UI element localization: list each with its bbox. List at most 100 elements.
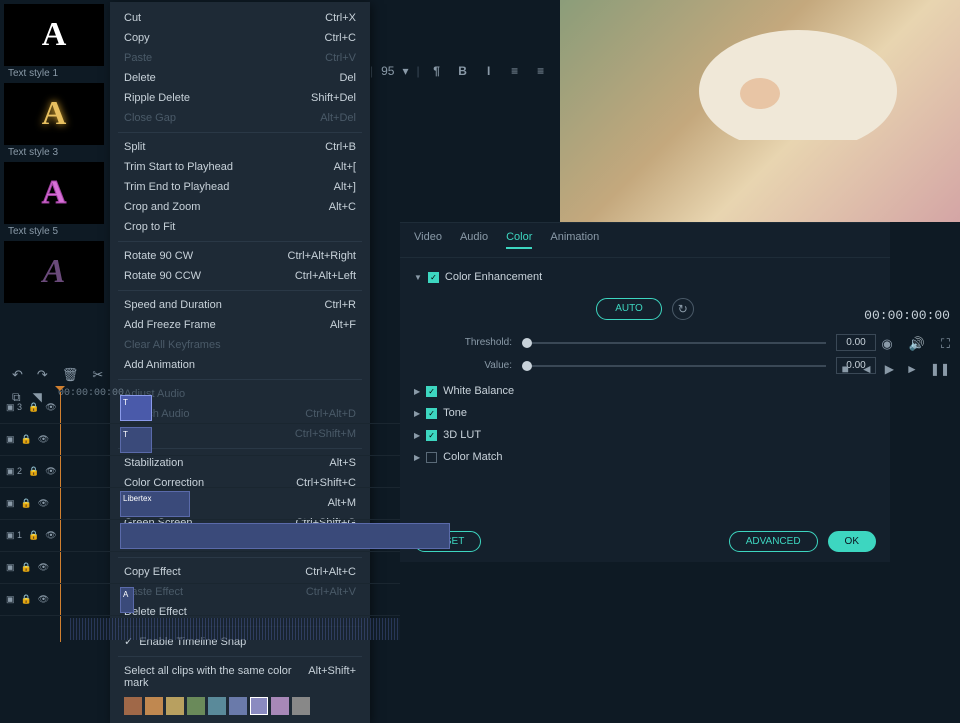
menu-item[interactable]: Trim End to PlayheadAlt+] [110, 177, 370, 197]
prev-icon[interactable]: ◄ [861, 362, 873, 376]
text-style-item[interactable]: AText style 1 [4, 4, 106, 79]
visibility-icon[interactable]: 👁 [38, 594, 49, 605]
cut-icon[interactable]: ✂ [92, 367, 103, 383]
format-button[interactable]: ≡ [532, 62, 550, 80]
tab-audio[interactable]: Audio [460, 231, 488, 249]
format-button[interactable]: ¶ [428, 62, 446, 80]
color-swatch[interactable] [292, 697, 310, 715]
section-checkbox[interactable]: ✓ [428, 272, 439, 283]
track-header[interactable]: ▣ 🔒👁 [0, 594, 58, 605]
color-swatch[interactable] [229, 697, 247, 715]
lock-icon[interactable]: 🔒 [28, 402, 39, 413]
format-button[interactable]: ≡ [506, 62, 524, 80]
track-header[interactable]: ▣ 3🔒👁 [0, 402, 58, 413]
text-style-item[interactable]: AText style 3 [4, 83, 106, 158]
timeline-clip[interactable]: T [120, 395, 152, 421]
color-swatches [110, 693, 370, 717]
ok-button[interactable]: OK [828, 531, 876, 552]
menu-shortcut: Ctrl+Alt+Right [288, 250, 356, 262]
section-header[interactable]: ▼✓Color Enhancement [414, 266, 876, 288]
slider-track[interactable] [522, 342, 826, 344]
color-swatch[interactable] [166, 697, 184, 715]
color-swatch[interactable] [208, 697, 226, 715]
text-style-item[interactable]: AText style 5 [4, 162, 106, 237]
slider-track[interactable] [522, 365, 826, 367]
menu-item[interactable]: Rotate 90 CCWCtrl+Alt+Left [110, 266, 370, 286]
auto-button[interactable]: AUTO [596, 298, 662, 320]
color-swatch[interactable] [145, 697, 163, 715]
color-swatch[interactable] [271, 697, 289, 715]
menu-item[interactable]: DeleteDel [110, 68, 370, 88]
menu-item[interactable]: Add Animation [110, 355, 370, 375]
menu-item[interactable]: Rotate 90 CWCtrl+Alt+Right [110, 246, 370, 266]
menu-item[interactable]: Trim Start to PlayheadAlt+[ [110, 157, 370, 177]
lock-icon[interactable]: 🔒 [28, 530, 39, 541]
reset-icon[interactable]: ↻ [672, 298, 694, 320]
font-size-value[interactable]: 95 [381, 64, 394, 78]
visibility-icon[interactable]: 👁 [38, 434, 49, 445]
visibility-icon[interactable]: 👁 [45, 466, 56, 477]
section-header[interactable]: ▶✓3D LUT [414, 424, 876, 446]
section-checkbox[interactable]: ✓ [426, 386, 437, 397]
text-style-item[interactable]: A [4, 241, 106, 303]
visibility-icon[interactable]: 👁 [45, 530, 56, 541]
track-header[interactable]: ▣ 1🔒👁 [0, 530, 58, 541]
slider-thumb[interactable] [522, 361, 532, 371]
color-swatch[interactable] [250, 697, 268, 715]
menu-item-colormark[interactable]: Select all clips with the same color mar… [110, 661, 370, 693]
redo-icon[interactable]: ↷ [37, 367, 48, 383]
stop-icon[interactable]: ■ [842, 362, 849, 376]
visibility-icon[interactable]: 👁 [38, 498, 49, 509]
track-header[interactable]: ▣ 🔒👁 [0, 498, 58, 509]
menu-item[interactable]: Crop to Fit [110, 217, 370, 237]
section-header[interactable]: ▶✓White Balance [414, 380, 876, 402]
menu-item[interactable]: CopyCtrl+C [110, 28, 370, 48]
style-thumb: A [4, 83, 104, 145]
delete-icon[interactable]: 🗑 [62, 367, 79, 383]
lock-icon[interactable]: 🔒 [28, 466, 39, 477]
section-checkbox[interactable] [426, 452, 437, 463]
format-button[interactable]: B [454, 62, 472, 80]
format-button[interactable]: I [480, 62, 498, 80]
section-checkbox[interactable]: ✓ [426, 408, 437, 419]
timeline-clip[interactable] [120, 523, 450, 549]
tab-video[interactable]: Video [414, 231, 442, 249]
color-swatch[interactable] [124, 697, 142, 715]
slider-thumb[interactable] [522, 338, 532, 348]
visibility-icon[interactable]: 👁 [45, 402, 56, 413]
lock-icon[interactable]: 🔒 [21, 434, 32, 445]
track-header[interactable]: ▣ 2🔒👁 [0, 466, 58, 477]
tab-color[interactable]: Color [506, 231, 532, 249]
menu-item[interactable]: Add Freeze FrameAlt+F [110, 315, 370, 335]
fullscreen-icon[interactable]: ⛶ [941, 336, 950, 352]
visibility-icon[interactable]: 👁 [38, 562, 49, 573]
track-header[interactable]: ▣ 🔒👁 [0, 434, 58, 445]
section-checkbox[interactable]: ✓ [426, 430, 437, 441]
menu-item[interactable]: Ripple DeleteShift+Del [110, 88, 370, 108]
camera-icon[interactable]: ◉ [881, 336, 892, 352]
section-header[interactable]: ▶Color Match [414, 446, 876, 468]
pause-icon[interactable]: ❚❚ [930, 362, 950, 376]
advanced-button[interactable]: ADVANCED [729, 531, 818, 552]
tab-animation[interactable]: Animation [550, 231, 599, 249]
undo-icon[interactable]: ↶ [12, 367, 23, 383]
menu-item[interactable]: CutCtrl+X [110, 8, 370, 28]
play-icon[interactable]: ▶ [885, 362, 894, 376]
menu-item[interactable]: Speed and DurationCtrl+R [110, 295, 370, 315]
dropdown-icon[interactable]: ▾ [402, 64, 408, 78]
volume-icon[interactable]: 🔊 [909, 336, 925, 352]
slider-value[interactable]: 0.00 [836, 334, 876, 351]
menu-item[interactable]: Crop and ZoomAlt+C [110, 197, 370, 217]
section-header[interactable]: ▶✓Tone [414, 402, 876, 424]
timeline-clip[interactable]: T [120, 427, 152, 453]
lock-icon[interactable]: 🔒 [21, 498, 32, 509]
color-swatch[interactable] [187, 697, 205, 715]
lock-icon[interactable]: 🔒 [21, 562, 32, 573]
menu-item[interactable]: SplitCtrl+B [110, 137, 370, 157]
timeline-clip[interactable]: A [120, 587, 134, 613]
track-header[interactable]: ▣ 🔒👁 [0, 562, 58, 573]
lock-icon[interactable]: 🔒 [21, 594, 32, 605]
timeline-clip[interactable]: Libertex [120, 491, 190, 517]
next-icon[interactable]: ► [906, 362, 918, 376]
menu-label: Split [124, 141, 145, 153]
